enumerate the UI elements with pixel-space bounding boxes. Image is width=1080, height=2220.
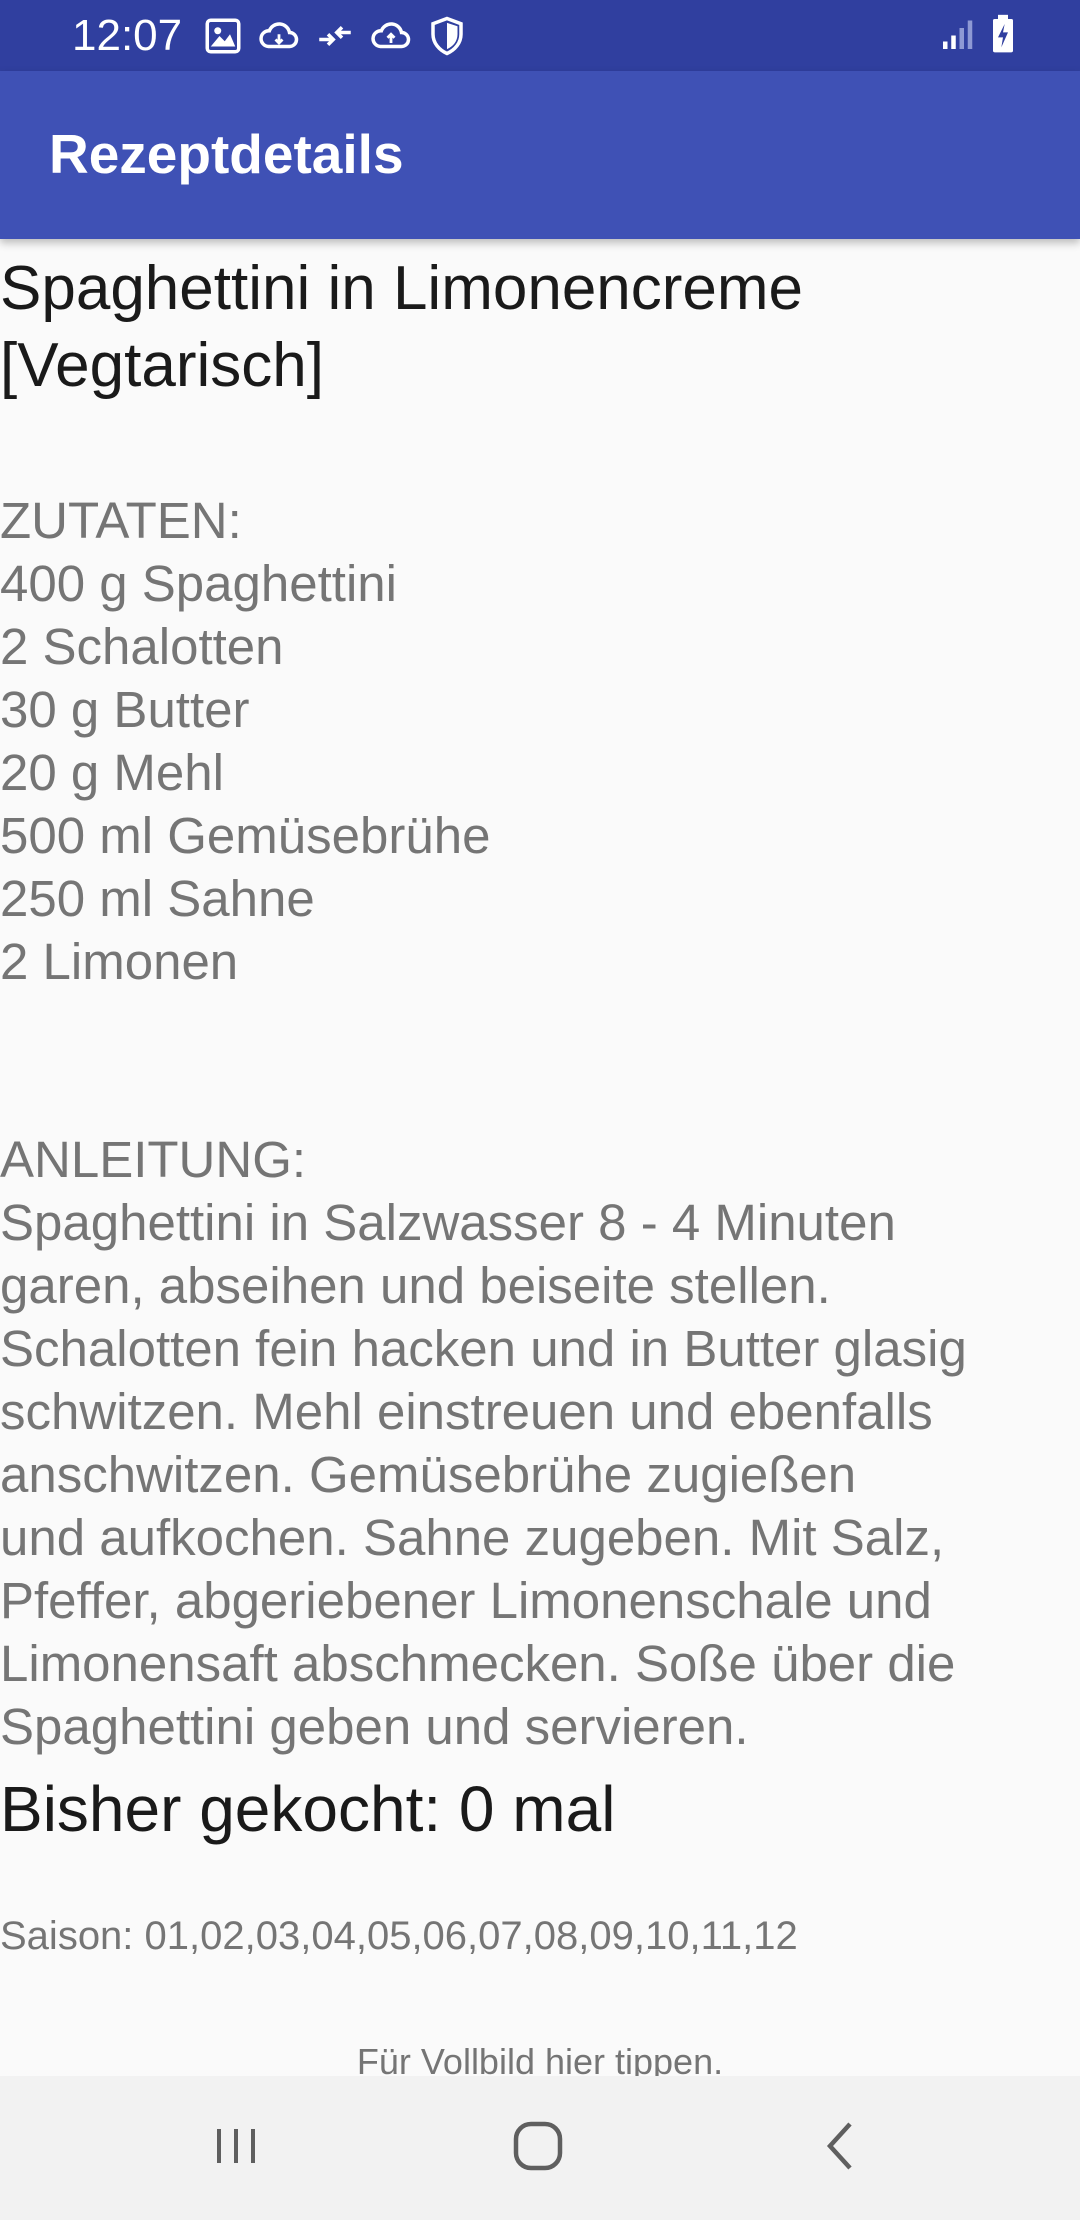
- app-bar: Rezeptdetails: [0, 71, 1080, 239]
- battery-charging-icon: [990, 14, 1016, 59]
- ingredient-item: 2 Schalotten: [0, 618, 284, 675]
- shield-icon: [426, 15, 468, 57]
- ingredients-heading: ZUTATEN:: [0, 492, 242, 549]
- recipe-title-line: [Vegtarisch]: [0, 331, 324, 400]
- instructions-line: und aufkochen. Sahne zugeben. Mit Salz,: [0, 1509, 945, 1566]
- back-icon: [818, 2119, 862, 2178]
- signal-icon: [940, 16, 976, 57]
- instructions-heading: ANLEITUNG:: [0, 1131, 307, 1188]
- recipe-title-line: Spaghettini in Limonencreme: [0, 254, 804, 323]
- instructions-line: Limonensaft abschmecken. Soße über die: [0, 1635, 956, 1692]
- ingredient-item: 2 Limonen: [0, 933, 239, 990]
- instructions-line: Spaghettini in Salzwasser 8 - 4 Minuten: [0, 1194, 896, 1251]
- notification-icons: [202, 14, 482, 58]
- cooked-count: Bisher gekocht: 0 mal: [0, 1773, 616, 1845]
- cloud-sync-icon: [258, 15, 300, 57]
- recent-apps-icon: [211, 2121, 261, 2176]
- instructions-line: Spaghettini geben und servieren.: [0, 1698, 749, 1755]
- instructions-line: garen, abseihen und beiseite stellen.: [0, 1257, 831, 1314]
- home-icon: [511, 2119, 565, 2178]
- ingredients-section: ZUTATEN: 400 g Spaghettini 2 Schalotten …: [0, 489, 1070, 993]
- instructions-line: Pfeffer, abgeriebener Limonenschale und: [0, 1572, 932, 1629]
- ingredient-item: 400 g Spaghettini: [0, 555, 397, 612]
- instructions-line: schwitzen. Mehl einstreuen und ebenfalls: [0, 1383, 933, 1440]
- instructions-line: anschwitzen. Gemüsebrühe zugießen: [0, 1446, 857, 1503]
- home-button[interactable]: [488, 2098, 588, 2198]
- ingredient-item: 250 ml Sahne: [0, 870, 315, 927]
- recipe-title: Spaghettini in Limonencreme [Vegtarisch]: [0, 250, 1060, 404]
- cloud-sync-icon: [370, 15, 412, 57]
- back-button[interactable]: [790, 2098, 890, 2198]
- instructions-line: Schalotten fein hacken und in Butter gla…: [0, 1320, 967, 1377]
- status-bar: 12:07: [0, 0, 1080, 71]
- recent-apps-button[interactable]: [186, 2098, 286, 2198]
- instructions-text: Spaghettini in Salzwasser 8 - 4 Minuten …: [0, 1191, 1066, 1758]
- data-transfer-icon: [314, 15, 356, 57]
- navigation-bar: [0, 2076, 1080, 2220]
- season-months: Saison: 01,02,03,04,05,06,07,08,09,10,11…: [0, 1914, 798, 1958]
- system-icons: [926, 14, 1016, 58]
- ingredient-item: 20 g Mehl: [0, 744, 224, 801]
- status-time: 12:07: [72, 11, 183, 60]
- image-icon: [202, 15, 244, 57]
- ingredient-item: 500 ml Gemüsebrühe: [0, 807, 491, 864]
- ingredient-item: 30 g Butter: [0, 681, 250, 738]
- page-title: Rezeptdetails: [49, 123, 404, 185]
